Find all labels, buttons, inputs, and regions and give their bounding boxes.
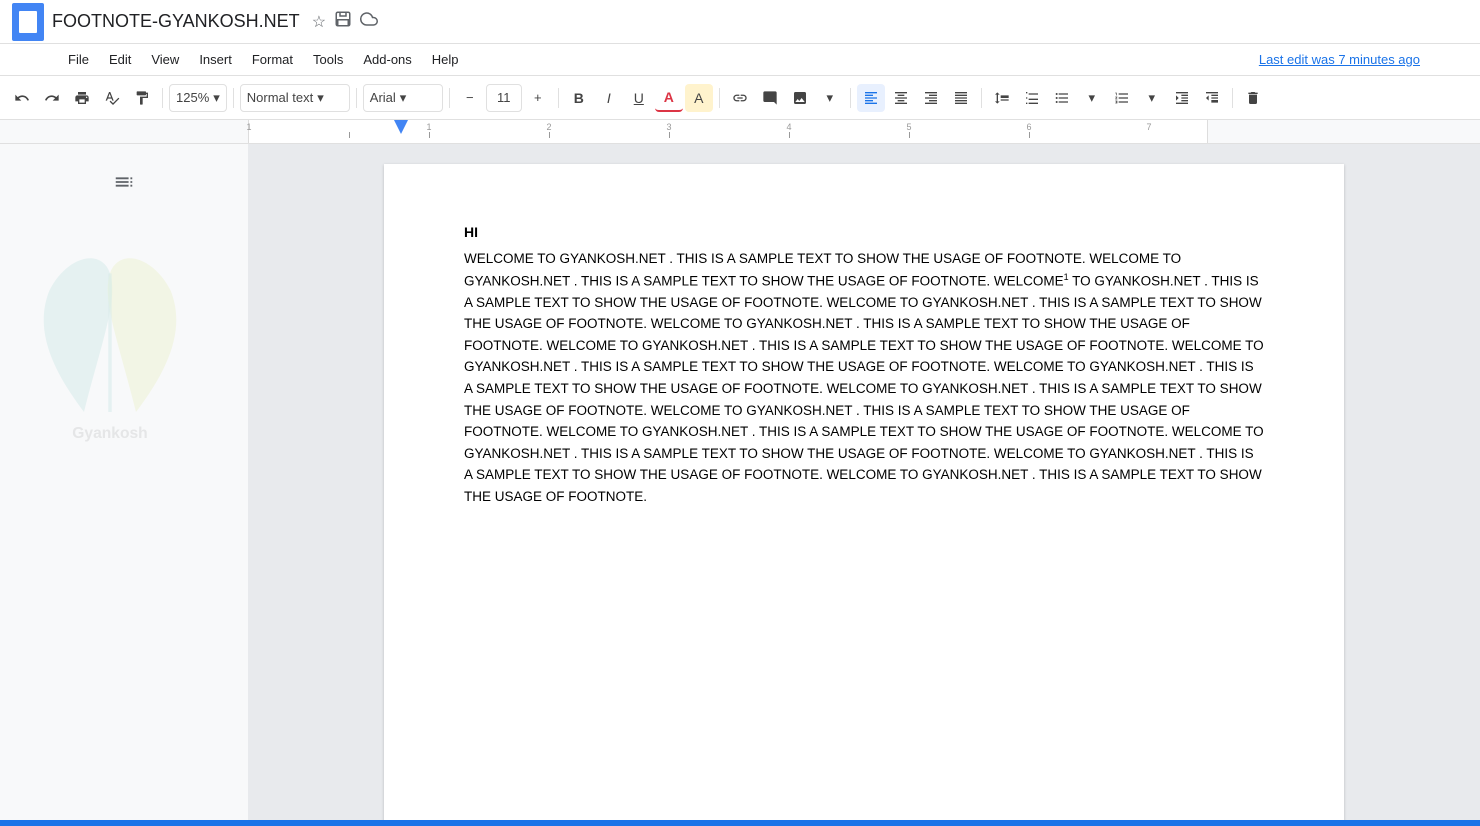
italic-button[interactable]: I (595, 84, 623, 112)
sep8 (981, 88, 982, 108)
font-size-minus-button[interactable]: − (456, 84, 484, 112)
align-right-button[interactable] (917, 84, 945, 112)
sep6 (719, 88, 720, 108)
menu-edit[interactable]: Edit (101, 48, 139, 71)
font-dropdown[interactable]: Arial ▾ (363, 84, 443, 112)
bullet-list-button[interactable] (1048, 84, 1076, 112)
sep3 (356, 88, 357, 108)
spellcheck-button[interactable] (98, 84, 126, 112)
menu-insert[interactable]: Insert (191, 48, 240, 71)
left-panel: Gyankosh (0, 144, 248, 826)
line-spacing-button[interactable] (988, 84, 1016, 112)
sep9 (1232, 88, 1233, 108)
menu-format[interactable]: Format (244, 48, 301, 71)
save-icon[interactable] (334, 10, 352, 33)
document-title: FOOTNOTE-GYANKOSH.NET (52, 11, 300, 32)
bold-button[interactable]: B (565, 84, 593, 112)
menu-tools[interactable]: Tools (305, 48, 351, 71)
sep1 (162, 88, 163, 108)
doc-body: WELCOME TO GYANKOSH.NET . THIS IS A SAMP… (464, 248, 1264, 508)
highlight-button[interactable]: A (685, 84, 713, 112)
svg-text:Gyankosh: Gyankosh (72, 425, 147, 442)
text-style-value: Normal text (247, 90, 313, 105)
image-button[interactable] (786, 84, 814, 112)
menu-bar: File Edit View Insert Format Tools Add-o… (0, 44, 1480, 76)
menu-file[interactable]: File (60, 48, 97, 71)
menu-view[interactable]: View (143, 48, 187, 71)
last-edit-label: Last edit was 7 minutes ago (1259, 52, 1420, 67)
bottom-bar (0, 820, 1480, 826)
doc-icon (12, 3, 44, 41)
watermark: Gyankosh (0, 204, 250, 464)
ruler-marker[interactable] (394, 120, 408, 134)
sep7 (850, 88, 851, 108)
sep5 (558, 88, 559, 108)
title-icons: ☆ (312, 10, 378, 33)
bullet-list-arrow-button[interactable]: ▾ (1078, 84, 1106, 112)
title-bar: FOOTNOTE-GYANKOSH.NET ☆ (0, 0, 1480, 44)
font-size-input[interactable]: 11 (486, 84, 522, 112)
numbered-list-arrow-button[interactable]: ▾ (1138, 84, 1166, 112)
main-area: Gyankosh HI WELCOME TO GYANKOSH.NET . TH… (0, 144, 1480, 826)
font-size-value: 11 (497, 90, 511, 105)
paint-format-button[interactable] (128, 84, 156, 112)
ruler: 1 1 2 3 4 5 6 7 (0, 120, 1480, 144)
print-button[interactable] (68, 84, 96, 112)
checklist-button[interactable] (1018, 84, 1046, 112)
image-arrow-button[interactable]: ▾ (816, 84, 844, 112)
text-style-arrow: ▾ (317, 90, 324, 106)
ruler-inner: 1 1 2 3 4 5 6 7 (248, 120, 1208, 143)
comment-button[interactable] (756, 84, 784, 112)
font-value: Arial (370, 90, 396, 105)
indent-button[interactable] (1168, 84, 1196, 112)
numbered-list-button[interactable] (1108, 84, 1136, 112)
outdent-button[interactable] (1198, 84, 1226, 112)
clear-format-button[interactable] (1239, 84, 1267, 112)
toolbar: 125% ▾ Normal text ▾ Arial ▾ − 11 + B I … (0, 76, 1480, 120)
cloud-icon[interactable] (360, 10, 378, 33)
text-style-dropdown[interactable]: Normal text ▾ (240, 84, 350, 112)
font-size-plus-button[interactable]: + (524, 84, 552, 112)
zoom-arrow: ▾ (213, 90, 220, 106)
toc-icon[interactable] (106, 164, 142, 200)
redo-button[interactable] (38, 84, 66, 112)
doc-area[interactable]: HI WELCOME TO GYANKOSH.NET . THIS IS A S… (248, 144, 1480, 826)
link-button[interactable] (726, 84, 754, 112)
doc-title: HI (464, 224, 1264, 240)
font-arrow: ▾ (400, 90, 407, 106)
align-justify-button[interactable] (947, 84, 975, 112)
undo-button[interactable] (8, 84, 36, 112)
star-icon[interactable]: ☆ (312, 12, 326, 32)
zoom-dropdown[interactable]: 125% ▾ (169, 84, 227, 112)
menu-addons[interactable]: Add-ons (355, 48, 419, 71)
menu-help[interactable]: Help (424, 48, 467, 71)
align-left-button[interactable] (857, 84, 885, 112)
page: HI WELCOME TO GYANKOSH.NET . THIS IS A S… (384, 164, 1344, 826)
underline-button[interactable]: U (625, 84, 653, 112)
zoom-value: 125% (176, 90, 209, 105)
align-center-button[interactable] (887, 84, 915, 112)
sep4 (449, 88, 450, 108)
sep2 (233, 88, 234, 108)
text-color-button[interactable]: A (655, 84, 683, 112)
